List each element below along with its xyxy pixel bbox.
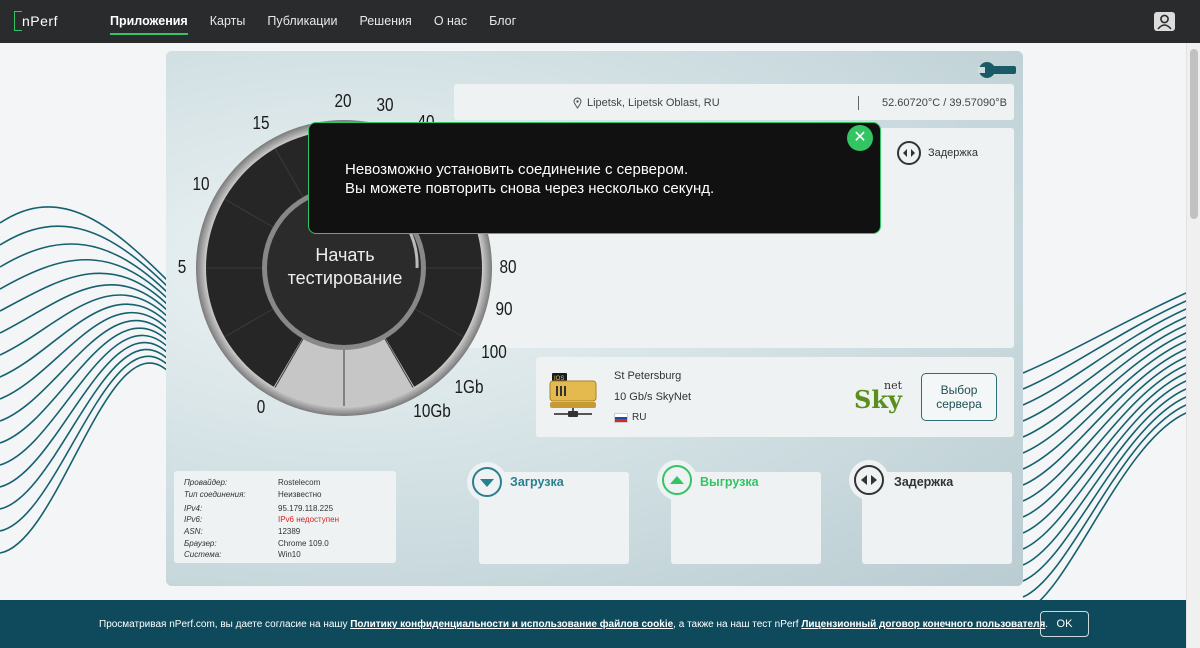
- latency-small-icon: [897, 141, 921, 165]
- error-message-line1: Невозможно установить соединение с серве…: [345, 161, 689, 178]
- eula-link[interactable]: Лицензионный договор конечного пользоват…: [801, 619, 1045, 630]
- start-test-button[interactable]: Начать тестирование: [270, 244, 420, 290]
- top-navigation-bar: nPerf Приложения Карты Публикации Решени…: [0, 0, 1200, 43]
- page-scrollbar[interactable]: [1186, 43, 1200, 648]
- gauge-label-80: 80: [499, 257, 517, 277]
- location-divider: [858, 96, 859, 110]
- nav-item-blog[interactable]: Блог: [489, 0, 516, 43]
- scrollbar-thumb[interactable]: [1190, 49, 1198, 219]
- close-icon[interactable]: ✕: [847, 125, 873, 151]
- skynet-logo: Sky net: [854, 379, 903, 414]
- privacy-policy-link[interactable]: Политику конфиденциальности и использова…: [350, 619, 673, 630]
- gauge-label-10: 10: [192, 174, 210, 194]
- info-row-asn: ASN: 12389: [184, 527, 301, 536]
- nav-item-solutions[interactable]: Решения: [359, 0, 411, 43]
- server-city: St Petersburg: [614, 370, 682, 382]
- location-pin-icon: [573, 96, 582, 109]
- gauge-label-90: 90: [495, 299, 513, 319]
- info-row-connection-type: Тип соединения: Неизвестно: [184, 490, 322, 499]
- gauge-label-15: 15: [252, 113, 270, 133]
- gauge-label-1gb: 1Gb: [454, 377, 484, 397]
- gauge-label-10gb: 10Gb: [413, 401, 451, 421]
- nav-item-about[interactable]: О нас: [434, 0, 467, 43]
- info-row-browser: Браузер: Chrome 109.0: [184, 539, 329, 548]
- nperf-logo[interactable]: nPerf: [14, 11, 70, 33]
- upload-arrow-icon: [657, 460, 697, 500]
- server-country: RU: [632, 412, 647, 423]
- gauge-label-100: 100: [481, 342, 507, 362]
- info-row-system: Система: Win10: [184, 550, 301, 559]
- user-icon[interactable]: [1154, 12, 1175, 31]
- latency-small-label: Задержка: [928, 147, 978, 159]
- server-isp: 10 Gb/s SkyNet: [614, 391, 692, 403]
- info-row-ipv6: IPv6: IPv6 недоступен: [184, 515, 339, 524]
- error-popup: Невозможно установить соединение с серве…: [308, 122, 881, 234]
- cookie-ok-button[interactable]: OK: [1040, 611, 1089, 637]
- choose-server-button[interactable]: Выбор сервера: [921, 373, 997, 421]
- gauge-label-5: 5: [177, 257, 187, 277]
- location-city: Lipetsk, Lipetsk Oblast, RU: [587, 97, 720, 109]
- latency-label: Задержка: [894, 475, 954, 489]
- nav-item-maps[interactable]: Карты: [210, 0, 246, 43]
- gauge-label-0: 0: [256, 397, 266, 417]
- settings-wrench-icon[interactable]: [978, 59, 1016, 81]
- nav-item-publications[interactable]: Публикации: [267, 0, 337, 43]
- location-coords: 52.60720°C / 39.57090°В: [882, 97, 1008, 109]
- latency-icon: [849, 460, 889, 500]
- gauge-label-20: 20: [334, 91, 352, 111]
- upload-label: Выгрузка: [700, 475, 759, 489]
- cookie-text: Просматривая nPerf.com, вы даете согласи…: [99, 619, 1049, 630]
- info-row-provider: Провайдер: Rostelecom: [184, 478, 321, 487]
- main-nav: Приложения Карты Публикации Решения О на…: [110, 0, 538, 43]
- info-row-ipv4: IPv4: 95.179.118.225: [184, 504, 334, 513]
- download-label: Загрузка: [510, 475, 564, 489]
- error-message-line2: Вы можете повторить снова через нескольк…: [345, 180, 715, 197]
- gauge-label-30: 30: [376, 95, 394, 115]
- server-icon: IOS: [549, 373, 597, 417]
- flag-ru-icon: [614, 413, 628, 423]
- nav-item-apps[interactable]: Приложения: [110, 0, 188, 43]
